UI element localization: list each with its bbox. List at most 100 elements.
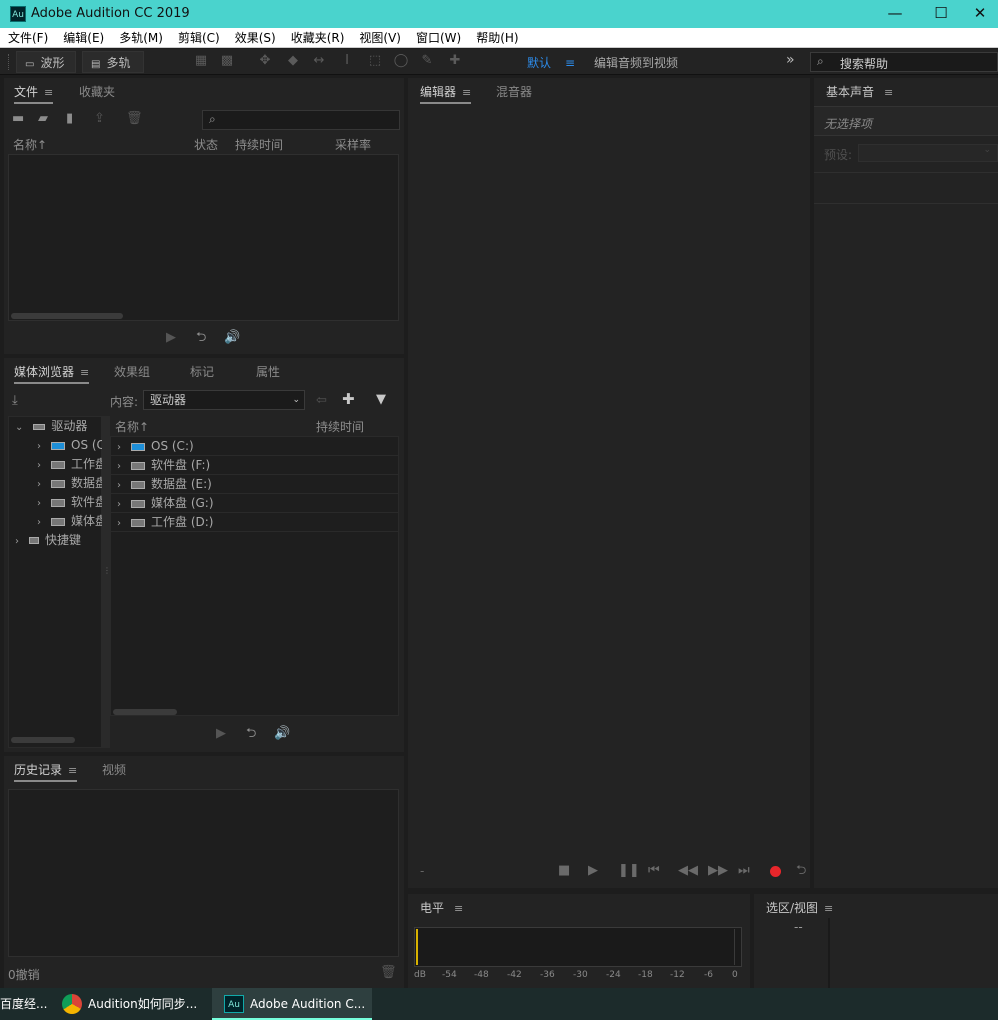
insert-icon[interactable]: ⇪ <box>94 112 105 126</box>
panel-menu-icon[interactable]: ≡ <box>462 86 471 99</box>
tab-files[interactable]: 文件 ≡ <box>14 84 54 104</box>
back-arrow-icon[interactable]: ⇦ <box>316 394 327 408</box>
chevron-right-icon[interactable]: › <box>117 518 121 529</box>
menu-favorites[interactable]: 收藏夹(R) <box>283 28 352 48</box>
record-icon[interactable] <box>770 866 781 877</box>
list-item-d[interactable]: › 工作盘 (D:) <box>111 513 398 532</box>
delete-history-icon[interactable]: 🗑 <box>380 966 397 980</box>
chevron-right-icon[interactable]: › <box>37 498 41 509</box>
splitter-handle[interactable]: ⋮ <box>102 416 111 748</box>
go-to-end-icon[interactable]: ⏭ <box>738 864 750 878</box>
menu-file[interactable]: 文件(F) <box>0 28 55 48</box>
column-status[interactable]: 状态 <box>194 136 218 153</box>
tree-item-c[interactable]: ›OS (C:) <box>37 436 103 455</box>
panel-menu-icon[interactable]: ≡ <box>824 902 833 915</box>
tree-item-f[interactable]: ›软件盘 (F:) <box>37 493 103 512</box>
minimize-button[interactable]: — <box>872 0 918 28</box>
list-item-g[interactable]: › 媒体盘 (G:) <box>111 494 398 513</box>
menu-clip[interactable]: 剪辑(C) <box>170 28 227 48</box>
chevron-down-icon[interactable]: ⌄ <box>15 422 23 433</box>
go-to-start-icon[interactable]: ⏮ <box>648 864 660 878</box>
maximize-button[interactable]: ☐ <box>918 0 964 28</box>
list-item-f[interactable]: › 软件盘 (F:) <box>111 456 398 475</box>
taskbar-item-baidu[interactable]: 百度经... <box>0 988 50 1020</box>
tab-media-browser[interactable]: 媒体浏览器 ≡ <box>14 364 90 384</box>
razor-tool-icon[interactable]: ◆ <box>284 52 302 70</box>
multitrack-button[interactable]: ▤ 多轨 <box>82 51 144 73</box>
list-item-e[interactable]: › 数据盘 (E:) <box>111 475 398 494</box>
column-sample-rate[interactable]: 采样率 <box>335 136 371 153</box>
time-selection-icon[interactable]: I <box>338 52 356 70</box>
tree-scrollbar[interactable] <box>11 737 75 743</box>
media-list[interactable]: › OS (C:) › 软件盘 (F:) › 数据盘 (E:) › 媒体盘 (G:) ›… <box>110 436 399 716</box>
chevron-right-icon[interactable]: › <box>117 499 121 510</box>
autoplay-icon[interactable]: 🔊 <box>224 331 240 345</box>
tree-item-shortcuts[interactable]: › 快捷键 <box>15 531 103 550</box>
menu-help[interactable]: 帮助(H) <box>468 28 525 48</box>
move-tool-icon[interactable]: ✥ <box>256 52 274 70</box>
tab-effects-rack[interactable]: 效果组 <box>114 364 150 380</box>
chevron-right-icon[interactable]: › <box>117 442 121 453</box>
spectral-icon[interactable]: ▦ <box>192 52 210 70</box>
import-file-icon[interactable]: ▰ <box>38 112 48 126</box>
add-shortcut-icon[interactable]: ✚ <box>342 392 355 407</box>
chevron-right-icon[interactable]: › <box>37 441 41 452</box>
panel-menu-icon[interactable]: ≡ <box>68 764 77 777</box>
filter-icon[interactable]: ▼ <box>376 393 386 407</box>
stop-icon[interactable]: ■ <box>558 864 570 878</box>
column-name[interactable]: 名称↑ <box>13 136 47 153</box>
fast-forward-icon[interactable]: ▶▶ <box>708 864 728 878</box>
menu-window[interactable]: 窗口(W) <box>408 28 468 48</box>
delete-file-icon[interactable]: 🗑 <box>126 112 143 126</box>
tab-history[interactable]: 历史记录 ≡ <box>14 762 78 782</box>
loop-icon[interactable]: ⮌ <box>796 864 806 878</box>
play-icon[interactable]: ▶ <box>166 331 176 345</box>
new-file-icon[interactable]: ▮ <box>66 112 73 126</box>
workspace-menu-icon[interactable]: ≡ <box>565 56 575 70</box>
chevron-right-icon[interactable]: › <box>37 479 41 490</box>
content-select[interactable]: 驱动器 ⌄ <box>143 390 305 410</box>
waveform-button[interactable]: ▭ 波形 <box>16 51 76 73</box>
pause-icon[interactable]: ❚❚ <box>618 864 640 878</box>
tree-item-g[interactable]: ›媒体盘 (G:) <box>37 512 103 531</box>
tree-item-e[interactable]: ›数据盘 (E:) <box>37 474 103 493</box>
autoplay-icon[interactable]: 🔊 <box>274 727 290 741</box>
lasso-icon[interactable]: ◯ <box>392 52 410 70</box>
panel-menu-icon[interactable]: ≡ <box>884 86 893 99</box>
workspace-default[interactable]: 默认 ≡ <box>527 54 575 71</box>
slip-tool-icon[interactable]: ↔ <box>310 52 328 70</box>
column-name[interactable]: 名称↑ <box>115 418 149 435</box>
panel-menu-icon[interactable]: ≡ <box>80 366 89 379</box>
menu-multitrack[interactable]: 多轨(M) <box>111 28 170 48</box>
panel-menu-icon[interactable]: ≡ <box>44 86 53 99</box>
menu-edit[interactable]: 编辑(E) <box>55 28 111 48</box>
files-search-input[interactable]: ⌕ <box>202 110 400 130</box>
files-list[interactable] <box>8 154 399 321</box>
tab-favorites[interactable]: 收藏夹 <box>79 84 115 100</box>
column-duration[interactable]: 持续时间 <box>316 418 364 435</box>
close-button[interactable]: ✕ <box>962 0 998 28</box>
help-search-input[interactable]: ⌕ 搜索帮助 <box>810 52 998 72</box>
chevron-right-icon[interactable]: › <box>37 460 41 471</box>
tab-editor[interactable]: 编辑器 ≡ <box>420 84 472 104</box>
menu-effects[interactable]: 效果(S) <box>227 28 283 48</box>
list-item-c[interactable]: › OS (C:) <box>111 437 398 456</box>
taskbar-item-chrome[interactable]: Audition如何同步... <box>52 988 210 1020</box>
tree-item-drives[interactable]: ⌄ 驱动器 <box>15 417 103 436</box>
workspace-overflow[interactable]: » <box>786 52 795 68</box>
pitch-icon[interactable]: ▩ <box>218 52 236 70</box>
tab-markers[interactable]: 标记 <box>190 364 214 380</box>
chevron-right-icon[interactable]: › <box>117 480 121 491</box>
chevron-right-icon[interactable]: › <box>15 536 19 547</box>
brush-icon[interactable]: ✎ <box>418 52 436 70</box>
panel-menu-icon[interactable]: ≡ <box>454 902 463 915</box>
import-icon[interactable]: ⤓ <box>12 394 18 408</box>
healing-icon[interactable]: ✚ <box>446 52 464 70</box>
chevron-right-icon[interactable]: › <box>37 517 41 528</box>
files-scrollbar[interactable] <box>11 313 123 319</box>
play-icon[interactable]: ▶ <box>216 727 226 741</box>
tab-mixer[interactable]: 混音器 <box>496 84 532 100</box>
play-icon[interactable]: ▶ <box>588 864 598 878</box>
tree-item-d[interactable]: ›工作盘 (D:) <box>37 455 103 474</box>
clip-indicator[interactable] <box>734 929 742 965</box>
